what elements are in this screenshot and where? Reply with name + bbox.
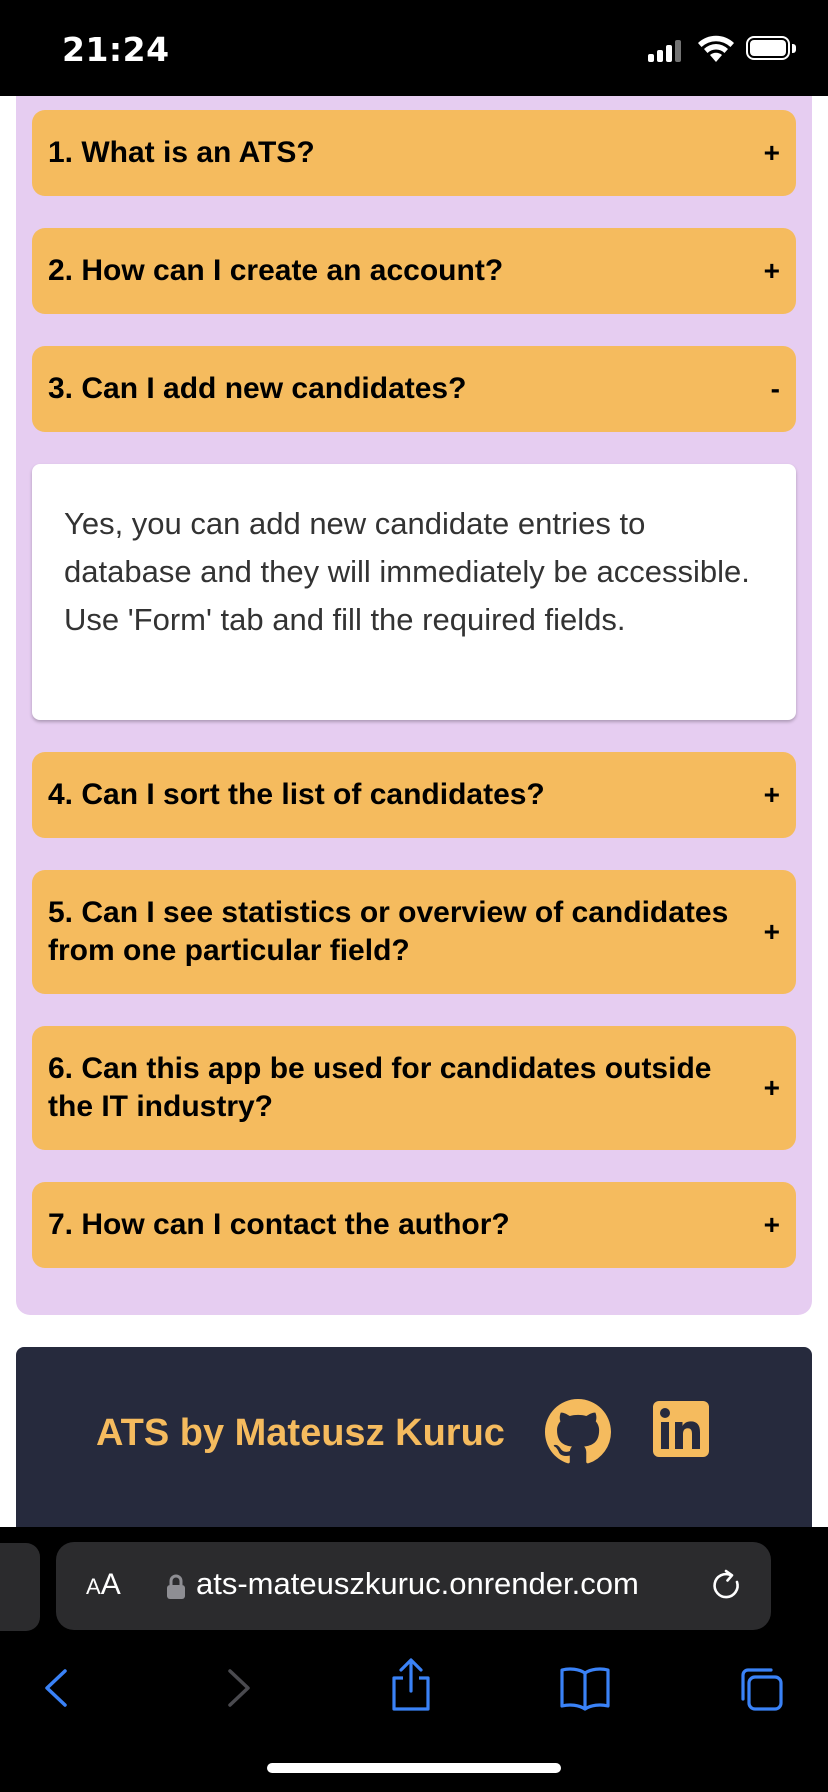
address-bar[interactable]: AA ats-mateuszkuruc.onrender.com [56,1542,771,1630]
faq-question: 7. How can I contact the author? [48,1208,510,1241]
expand-icon: + [763,779,780,810]
status-bar: 21:24 [0,0,828,96]
faq-answer: Yes, you can add new candidate entries t… [32,464,796,720]
faq-question: 5. Can I see statistics or overview of c… [48,896,729,967]
faq-question: 2. How can I create an account? [48,254,504,287]
faq-item-4[interactable]: 4. Can I sort the list of candidates? + [32,752,796,838]
faq-item-3[interactable]: 3. Can I add new candidates? - [32,346,796,432]
url-text: ats-mateuszkuruc.onrender.com [196,1566,639,1601]
faq-item-2[interactable]: 2. How can I create an account? + [32,228,796,314]
github-icon[interactable] [545,1399,611,1465]
status-icons [648,35,798,62]
forward-icon[interactable] [212,1663,262,1713]
previous-tab-preview[interactable] [0,1543,40,1631]
faq-item-5[interactable]: 5. Can I see statistics or overview of c… [32,870,796,994]
faq-item-6[interactable]: 6. Can this app be used for candidates o… [32,1026,796,1150]
battery-icon [746,36,790,60]
collapse-icon: - [770,373,780,404]
reader-settings-button[interactable]: AA [86,1568,121,1602]
faq-question: 1. What is an ATS? [48,136,315,169]
footer: ATS by Mateusz Kuruc [16,1347,812,1527]
faq-question: 6. Can this app be used for candidates o… [48,1052,712,1123]
expand-icon: + [763,255,780,286]
browser-bar: AA ats-mateuszkuruc.onrender.com [0,1527,828,1792]
lock-icon [167,1574,185,1599]
back-icon[interactable] [33,1663,83,1713]
tabs-icon[interactable] [735,1663,787,1715]
linkedin-icon[interactable] [653,1401,709,1457]
faq-question: 4. Can I sort the list of candidates? [48,778,545,811]
faq-item-1[interactable]: 1. What is an ATS? + [32,110,796,196]
expand-icon: + [763,1072,780,1103]
expand-icon: + [763,1209,780,1240]
expand-icon: + [763,916,780,947]
faq-item-7[interactable]: 7. How can I contact the author? + [32,1182,796,1268]
share-icon[interactable] [385,1657,437,1713]
home-indicator [267,1763,561,1773]
reload-icon[interactable] [709,1568,745,1604]
expand-icon: + [763,137,780,168]
faq-panel: 1. What is an ATS? + 2. How can I create… [16,96,812,1315]
faq-question: 3. Can I add new candidates? [48,372,467,405]
bookmarks-icon[interactable] [557,1663,613,1713]
status-time: 21:24 [62,30,170,69]
footer-title: ATS by Mateusz Kuruc [96,1412,505,1454]
wifi-icon [698,35,734,62]
